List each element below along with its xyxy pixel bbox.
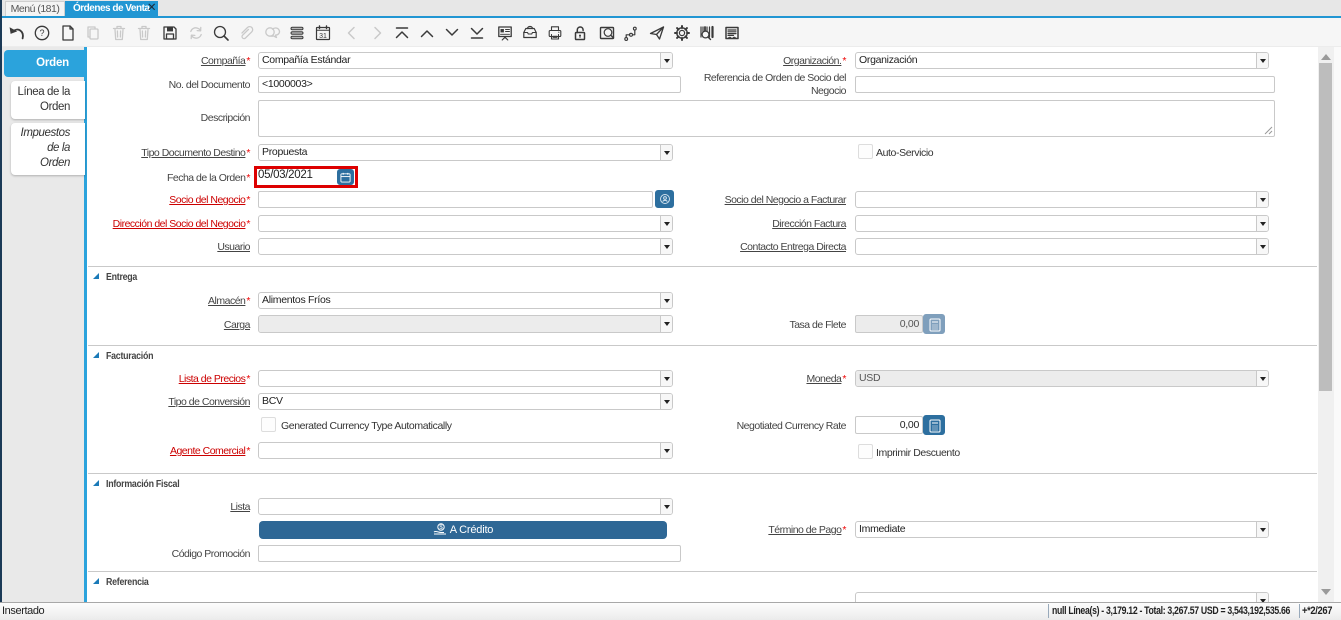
svg-text:31: 31 [319,33,327,40]
svg-text:$: $ [439,525,443,531]
svg-text:?: ? [39,28,44,38]
